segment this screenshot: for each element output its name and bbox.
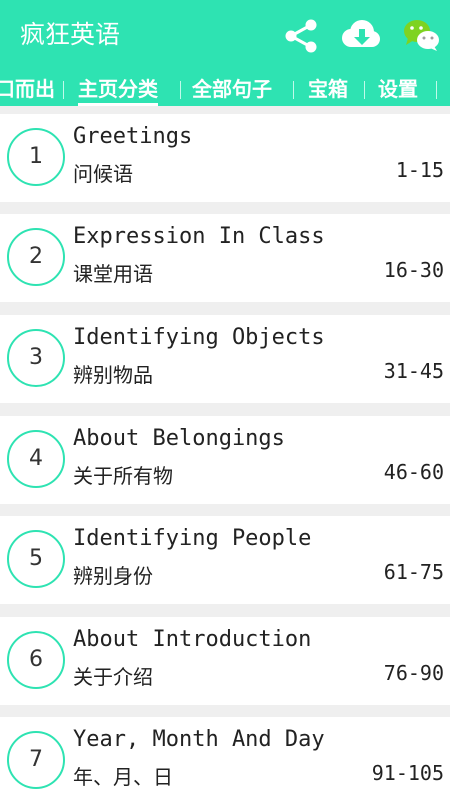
lesson-item[interactable]: 6 About Introduction 关于介绍 76-90: [0, 617, 450, 705]
tab-speak-out[interactable]: 脱口而出: [0, 72, 55, 106]
lesson-title-zh: 关于所有物: [73, 464, 173, 488]
share-icon[interactable]: [282, 17, 320, 55]
lesson-range: 91-105: [371, 761, 444, 785]
lesson-number-badge: 2: [7, 228, 65, 286]
lesson-range: 16-30: [383, 258, 444, 282]
lesson-number: 3: [29, 345, 43, 370]
tab-all-sentences[interactable]: 全部句子: [192, 72, 272, 106]
lesson-number: 4: [29, 446, 43, 471]
lesson-number: 5: [29, 546, 43, 571]
tab-divider: [364, 81, 365, 99]
lesson-title-en: Year, Month And Day: [73, 727, 325, 752]
lesson-title-zh: 年、月、日: [73, 765, 173, 789]
lesson-item[interactable]: 4 About Belongings 关于所有物 46-60: [0, 416, 450, 504]
lesson-range: 1-15: [395, 158, 444, 182]
tab-treasure-box[interactable]: 宝箱: [308, 72, 348, 106]
lesson-title-zh: 课堂用语: [73, 262, 153, 286]
lesson-range: 61-75: [383, 560, 444, 584]
tab-home-categories[interactable]: 主页分类: [78, 72, 158, 106]
lesson-number-badge: 4: [7, 430, 65, 488]
tab-bar: 脱口而出 主页分类 全部句子 宝箱 设置: [0, 72, 450, 106]
lesson-title-en: About Introduction: [73, 627, 312, 652]
lesson-title-en: About Belongings: [73, 426, 285, 451]
lesson-title-zh: 关于介绍: [73, 665, 153, 689]
lesson-number: 7: [29, 747, 43, 772]
tab-divider: [436, 81, 437, 99]
app-title: 疯狂英语: [20, 20, 121, 49]
lesson-range: 46-60: [383, 460, 444, 484]
lesson-item[interactable]: 1 Greetings 问候语 1-15: [0, 114, 450, 202]
lesson-item[interactable]: 5 Identifying People 辨别身份 61-75: [0, 516, 450, 604]
lesson-title-en: Identifying Objects: [73, 325, 325, 350]
lesson-item[interactable]: 3 Identifying Objects 辨别物品 31-45: [0, 315, 450, 403]
tab-settings[interactable]: 设置: [378, 72, 418, 106]
tab-divider: [63, 81, 64, 99]
lesson-range: 31-45: [383, 359, 444, 383]
tab-divider: [180, 81, 181, 99]
lesson-title-zh: 辨别物品: [73, 363, 153, 387]
lesson-number: 6: [29, 647, 43, 672]
lesson-title-en: Expression In Class: [73, 224, 325, 249]
lesson-number: 1: [29, 144, 43, 169]
lesson-range: 76-90: [383, 661, 444, 685]
lesson-number-badge: 6: [7, 631, 65, 689]
lesson-list[interactable]: 1 Greetings 问候语 1-15 2 Expression In Cla…: [0, 106, 450, 800]
tab-divider: [293, 81, 294, 99]
lesson-number-badge: 7: [7, 731, 65, 789]
lesson-number-badge: 1: [7, 128, 65, 186]
lesson-title-en: Identifying People: [73, 526, 312, 551]
lesson-title-zh: 辨别身份: [73, 564, 153, 588]
lesson-number: 2: [29, 244, 43, 269]
lesson-item[interactable]: 2 Expression In Class 课堂用语 16-30: [0, 214, 450, 302]
wechat-icon[interactable]: [402, 18, 440, 52]
lesson-number-badge: 3: [7, 329, 65, 387]
lesson-item[interactable]: 7 Year, Month And Day 年、月、日 91-105: [0, 717, 450, 800]
lesson-title-zh: 问候语: [73, 162, 133, 186]
app-bar: 疯狂英语: [0, 0, 450, 72]
lesson-title-en: Greetings: [73, 124, 193, 149]
cloud-download-icon[interactable]: [338, 18, 382, 52]
lesson-number-badge: 5: [7, 530, 65, 588]
